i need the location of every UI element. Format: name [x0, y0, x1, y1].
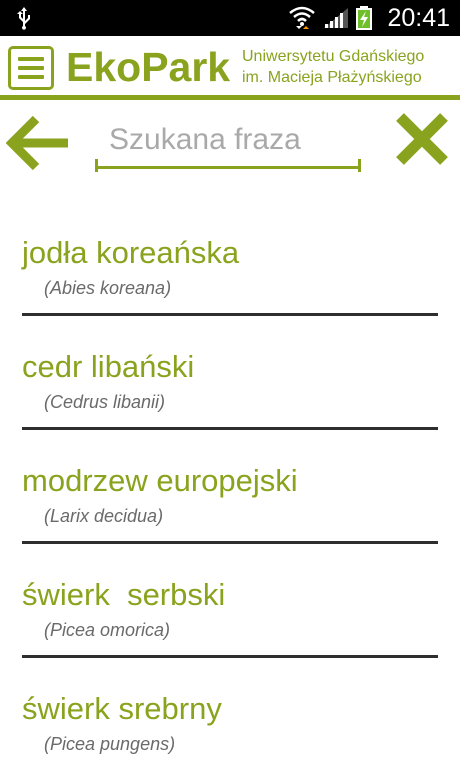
species-latin-name: (Picea omorica): [44, 620, 171, 640]
search-underline-right: [358, 159, 361, 172]
species-common-name: świerk srebrny: [22, 691, 222, 726]
subtitle-line-1: Uniwersytetu Gdańskiego: [242, 48, 425, 65]
results-list: jodła koreańska (Abies koreana) cedr lib…: [0, 220, 460, 768]
search-bar: [0, 105, 460, 175]
arrow-left-icon[interactable]: [6, 113, 72, 173]
status-clock: 20:41: [387, 4, 450, 32]
list-item[interactable]: modrzew europejski (Larix decidua): [22, 448, 438, 544]
species-latin-name: (Cedrus libanii): [44, 392, 166, 412]
search-underline-left: [95, 159, 98, 172]
wifi-icon: [289, 6, 315, 29]
list-item[interactable]: jodła koreańska (Abies koreana): [22, 220, 438, 316]
list-item[interactable]: świerk serbski (Picea omorica): [22, 562, 438, 658]
list-item[interactable]: świerk srebrny (Picea pungens): [22, 676, 438, 768]
signal-icon: [324, 8, 348, 28]
species-common-name: cedr libański: [22, 349, 195, 384]
status-bar: 20:41: [0, 0, 460, 36]
species-common-name: modrzew europejski: [22, 463, 298, 498]
app-logo: EkoPark: [66, 44, 231, 90]
battery-charging-icon: [356, 6, 372, 30]
subtitle-line-2: im. Macieja Płażyńskiego: [242, 69, 422, 86]
species-common-name: jodła koreańska: [22, 235, 240, 270]
species-common-name: świerk serbski: [22, 577, 226, 612]
app-header: EkoPark Uniwersytetu Gdańskiego im. Maci…: [0, 36, 460, 100]
close-icon[interactable]: [394, 111, 450, 167]
search-input[interactable]: [95, 113, 361, 169]
species-latin-name: (Picea pungens): [44, 734, 176, 754]
app-subtitle: Uniwersytetu Gdańskiego im. Macieja Płaż…: [242, 46, 456, 88]
usb-icon: [17, 7, 30, 30]
list-item[interactable]: cedr libański (Cedrus libanii): [22, 334, 438, 430]
species-latin-name: (Larix decidua): [44, 506, 164, 526]
species-latin-name: (Abies koreana): [44, 278, 172, 298]
hamburger-menu-icon[interactable]: [8, 46, 54, 90]
